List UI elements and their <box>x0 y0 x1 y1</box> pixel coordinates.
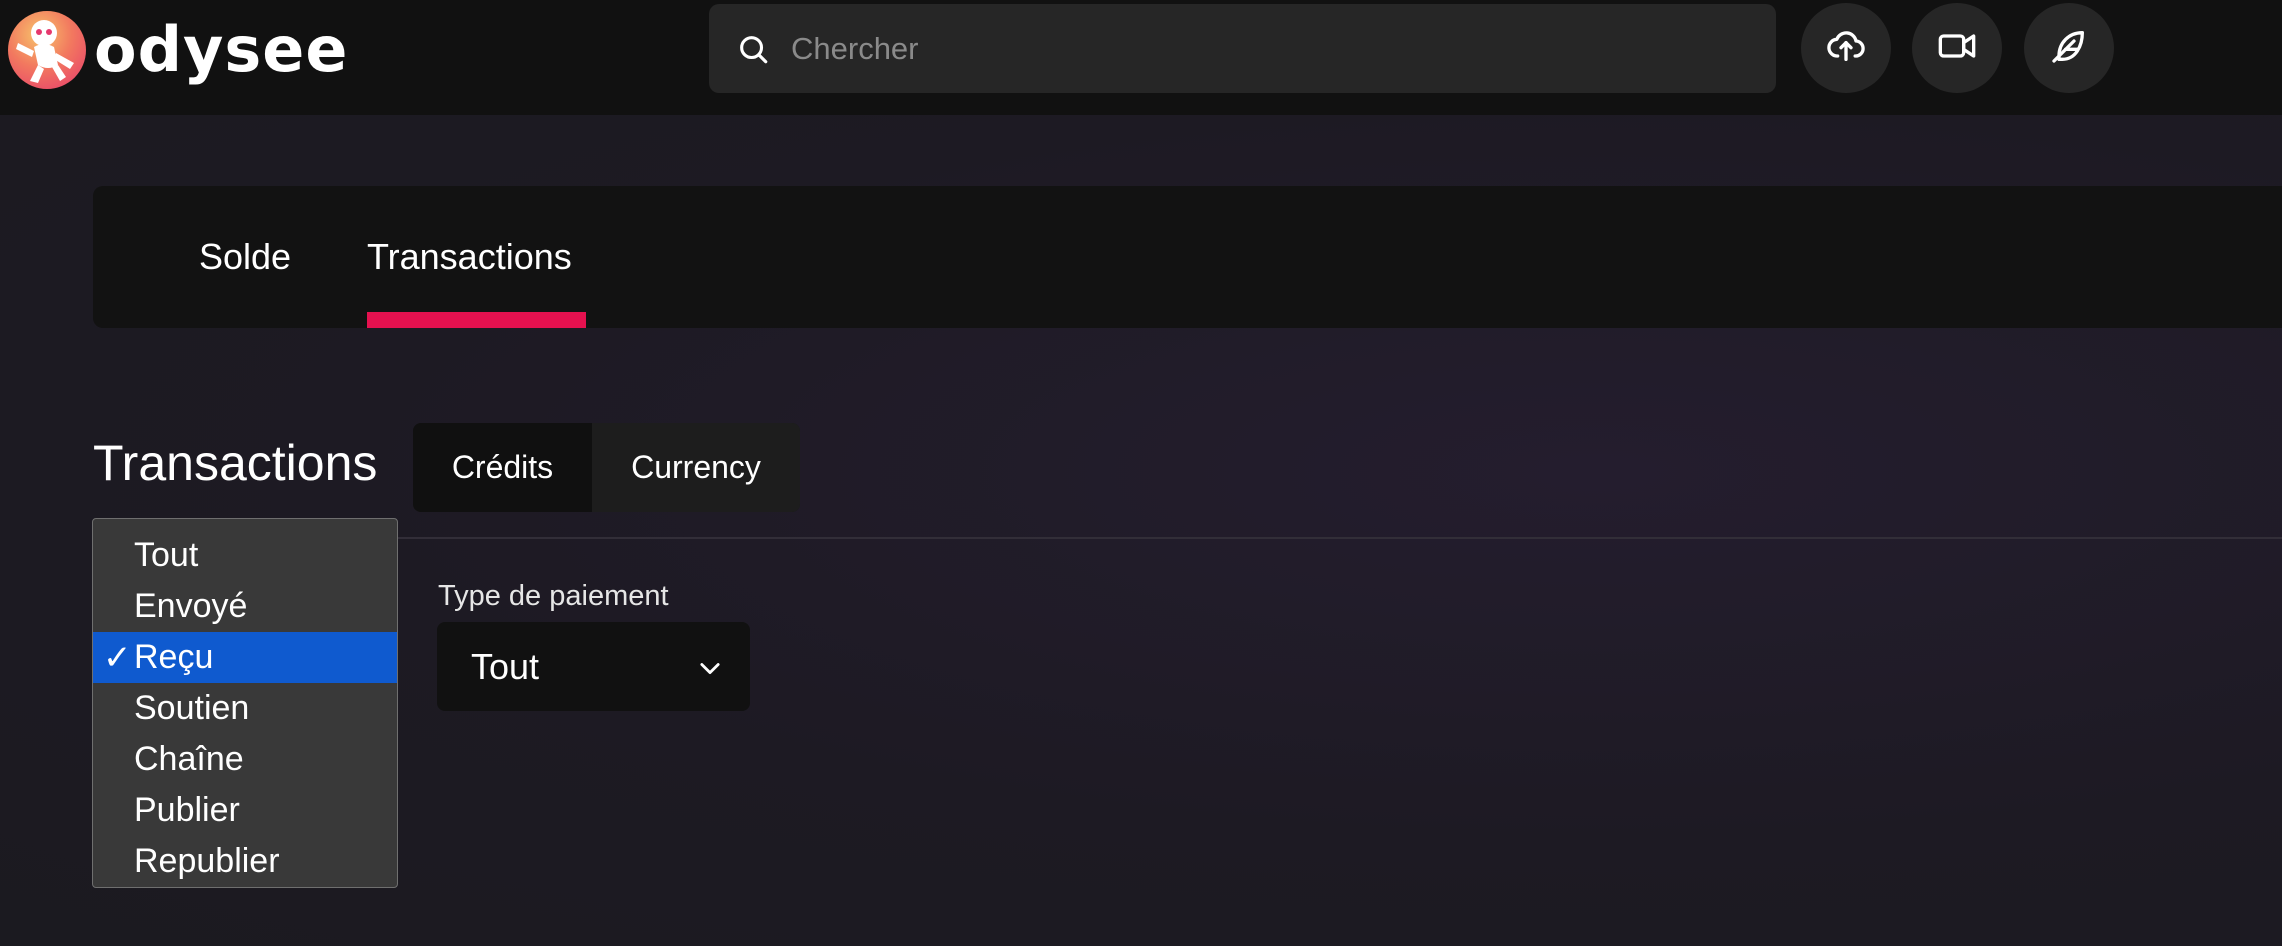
chevron-down-icon <box>696 654 724 682</box>
section-divider <box>93 537 2282 539</box>
tab-transactions[interactable]: Transactions <box>367 186 586 328</box>
option-label: Soutien <box>134 689 250 727</box>
search-bar[interactable] <box>709 4 1776 93</box>
transaction-type-dropdown-list: Tout Envoyé ✓ Reçu Soutien Chaîne Publie… <box>92 518 398 888</box>
dropdown-option-republier[interactable]: Republier <box>93 836 397 887</box>
logo-wordmark: odysee <box>94 13 349 86</box>
dropdown-option-tout[interactable]: Tout <box>93 530 397 581</box>
payment-type-label: Type de paiement <box>438 580 669 612</box>
option-label: Republier <box>134 842 280 880</box>
upload-button[interactable] <box>1801 3 1891 93</box>
tab-solde[interactable]: Solde <box>199 186 295 328</box>
checkmark-icon: ✓ <box>103 638 132 677</box>
option-label: Publier <box>134 791 240 829</box>
tab-label: Transactions <box>367 236 572 277</box>
dropdown-option-chaine[interactable]: Chaîne <box>93 734 397 785</box>
top-header: odysee <box>0 0 2282 115</box>
odysee-logo[interactable]: odysee <box>8 10 348 90</box>
odysee-logo-icon <box>8 11 86 89</box>
option-label: Chaîne <box>134 740 244 778</box>
video-icon <box>1937 26 1977 71</box>
credits-toggle-button[interactable]: Crédits <box>413 423 592 512</box>
option-label: Tout <box>134 536 199 574</box>
dropdown-option-recu[interactable]: ✓ Reçu <box>93 632 397 683</box>
wallet-tabs: Solde Transactions <box>93 186 2282 328</box>
page: odysee Chercher Solde Transactions Trans… <box>0 0 2282 946</box>
search-icon <box>735 31 771 67</box>
dropdown-option-soutien[interactable]: Soutien <box>93 683 397 734</box>
payment-type-select[interactable]: Tout <box>437 622 750 711</box>
section-title: Transactions <box>93 435 378 491</box>
option-label: Envoyé <box>134 587 248 625</box>
dropdown-option-envoye[interactable]: Envoyé <box>93 581 397 632</box>
active-tab-indicator <box>367 312 586 328</box>
feather-icon <box>2049 26 2089 71</box>
dropdown-option-publier[interactable]: Publier <box>93 785 397 836</box>
payment-type-value: Tout <box>471 645 540 687</box>
upload-icon <box>1826 26 1866 71</box>
currency-toggle-button[interactable]: Currency <box>592 423 800 512</box>
currency-toggle: Crédits Currency <box>413 423 800 512</box>
option-label: Reçu <box>134 638 214 676</box>
write-post-button[interactable] <box>2024 3 2114 93</box>
search-input[interactable] <box>789 29 1693 68</box>
go-live-button[interactable] <box>1912 3 2002 93</box>
tab-label: Solde <box>199 236 292 277</box>
